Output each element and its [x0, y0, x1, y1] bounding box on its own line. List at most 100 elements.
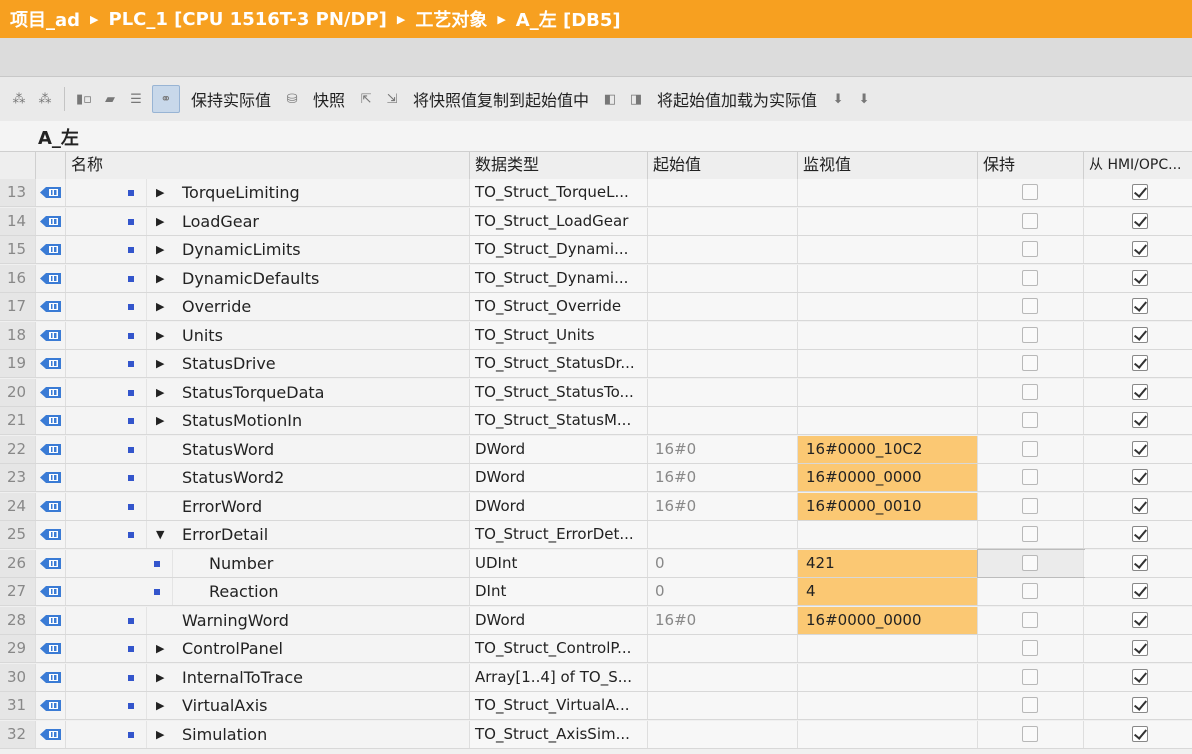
hmi-access-cell[interactable] [1084, 635, 1192, 662]
hmi-access-cell[interactable] [1084, 721, 1192, 748]
monitor-value-cell[interactable] [798, 208, 978, 235]
monitor-value-cell[interactable] [798, 179, 978, 206]
hmi-access-cell[interactable] [1084, 208, 1192, 235]
table-row[interactable]: 16 ▶ DynamicDefaults TO_Struct_Dynami... [0, 265, 1192, 293]
insert-row-icon[interactable]: ⁂ [9, 90, 29, 108]
download-all-icon[interactable]: ⬇ [854, 90, 874, 108]
name-cell[interactable]: ▶ Units [66, 322, 470, 349]
hmi-access-cell[interactable] [1084, 179, 1192, 206]
expand-all-icon[interactable]: ▮▫ [74, 90, 94, 108]
table-row[interactable]: 13 ▶ TorqueLimiting TO_Struct_TorqueL... [0, 179, 1192, 207]
start-value-cell[interactable]: 0 [648, 578, 798, 605]
hmi-access-cell[interactable] [1084, 322, 1192, 349]
retain-cell[interactable] [977, 549, 1085, 578]
retain-cell[interactable] [978, 493, 1084, 520]
copy-snapshot-all-icon[interactable]: ⇲ [382, 90, 402, 108]
start-value-cell[interactable]: 16#0 [648, 493, 798, 520]
data-type-cell[interactable]: TO_Struct_ControlP... [470, 635, 648, 662]
hmi-access-cell[interactable] [1084, 550, 1192, 577]
start-value-cell[interactable] [648, 521, 798, 548]
monitor-value-cell[interactable] [798, 265, 978, 292]
expand-right-icon[interactable]: ▶ [156, 265, 164, 292]
expand-right-icon[interactable]: ▶ [156, 179, 164, 206]
hmi-access-checkbox[interactable] [1132, 526, 1148, 542]
retain-cell[interactable] [978, 265, 1084, 292]
expand-right-icon[interactable]: ▶ [156, 208, 164, 235]
hmi-access-checkbox[interactable] [1132, 184, 1148, 200]
table-row[interactable]: 25 ▼ ErrorDetail TO_Struct_ErrorDet... [0, 521, 1192, 549]
table-row[interactable]: 17 ▶ Override TO_Struct_Override [0, 293, 1192, 321]
hmi-access-checkbox[interactable] [1132, 270, 1148, 286]
table-row[interactable]: 30 ▶ InternalToTrace Array[1..4] of TO_S... [0, 664, 1192, 692]
name-cell[interactable]: WarningWord [66, 607, 470, 634]
breadcrumb-item-project[interactable]: 项目_ad [10, 6, 80, 32]
start-value-cell[interactable]: 16#0 [648, 607, 798, 634]
name-cell[interactable]: ▶ InternalToTrace [66, 664, 470, 691]
name-cell[interactable]: ▼ ErrorDetail [66, 521, 470, 548]
list-view-icon[interactable]: ☰ [126, 90, 146, 108]
monitor-value-cell[interactable]: 421 [798, 550, 978, 577]
data-type-cell[interactable]: DWord [470, 493, 648, 520]
retain-cell[interactable] [978, 521, 1084, 548]
expand-right-icon[interactable]: ▶ [156, 379, 164, 406]
hmi-access-cell[interactable] [1084, 265, 1192, 292]
data-type-cell[interactable]: DWord [470, 464, 648, 491]
retain-cell[interactable] [978, 635, 1084, 662]
retain-cell[interactable] [978, 464, 1084, 491]
snapshot-button[interactable]: 快照 [313, 87, 345, 111]
retain-cell[interactable] [978, 407, 1084, 434]
data-type-cell[interactable]: DWord [470, 436, 648, 463]
table-row[interactable]: 27 Reaction DInt 0 4 [0, 578, 1192, 606]
hmi-access-cell[interactable] [1084, 407, 1192, 434]
data-type-cell[interactable]: TO_Struct_Dynami... [470, 236, 648, 263]
start-value-cell[interactable] [648, 664, 798, 691]
name-cell[interactable]: ▶ StatusDrive [66, 350, 470, 377]
hmi-access-cell[interactable] [1084, 692, 1192, 719]
monitor-value-cell[interactable]: 16#0000_0000 [798, 464, 978, 491]
table-row[interactable]: 32 ▶ Simulation TO_Struct_AxisSim... [0, 721, 1192, 749]
retain-checkbox[interactable] [1022, 469, 1038, 485]
hmi-access-checkbox[interactable] [1132, 412, 1148, 428]
hmi-access-checkbox[interactable] [1132, 384, 1148, 400]
data-type-cell[interactable]: TO_Struct_AxisSim... [470, 721, 648, 748]
monitor-value-cell[interactable] [798, 407, 978, 434]
retain-checkbox[interactable] [1022, 640, 1038, 656]
retain-checkbox[interactable] [1022, 526, 1038, 542]
table-row[interactable]: 23 StatusWord2 DWord 16#0 16#0000_0000 [0, 464, 1192, 492]
monitor-value-cell[interactable]: 4 [798, 578, 978, 605]
table-row[interactable]: 31 ▶ VirtualAxis TO_Struct_VirtualA... [0, 692, 1192, 720]
monitor-value-cell[interactable]: 16#0000_10C2 [798, 436, 978, 463]
name-cell[interactable]: ErrorWord [66, 493, 470, 520]
start-value-cell[interactable] [648, 236, 798, 263]
load-start-icon[interactable]: ◧ [600, 90, 620, 108]
hmi-access-cell[interactable] [1084, 521, 1192, 548]
retain-cell[interactable] [978, 607, 1084, 634]
load-start-all-icon[interactable]: ◨ [626, 90, 646, 108]
monitor-value-cell[interactable]: 16#0000_0010 [798, 493, 978, 520]
table-row[interactable]: 18 ▶ Units TO_Struct_Units [0, 322, 1192, 350]
data-type-cell[interactable]: TO_Struct_StatusDr... [470, 350, 648, 377]
header-data-type[interactable]: 数据类型 [470, 152, 648, 179]
hmi-access-checkbox[interactable] [1132, 327, 1148, 343]
monitor-value-cell[interactable] [798, 521, 978, 548]
breadcrumb-item-db[interactable]: A_左 [DB5] [516, 6, 621, 32]
retain-checkbox[interactable] [1022, 412, 1038, 428]
table-row[interactable]: 24 ErrorWord DWord 16#0 16#0000_0010 [0, 493, 1192, 521]
data-type-cell[interactable]: DWord [470, 607, 648, 634]
name-cell[interactable]: ▶ StatusTorqueData [66, 379, 470, 406]
name-cell[interactable]: ▶ StatusMotionIn [66, 407, 470, 434]
breadcrumb-item-plc[interactable]: PLC_1 [CPU 1516T-3 PN/DP] [109, 9, 387, 30]
retain-checkbox[interactable] [1022, 241, 1038, 257]
hmi-access-cell[interactable] [1084, 464, 1192, 491]
collapse-all-icon[interactable]: ▰ [100, 90, 120, 108]
data-type-cell[interactable]: TO_Struct_VirtualA... [470, 692, 648, 719]
hmi-access-checkbox[interactable] [1132, 612, 1148, 628]
monitor-value-cell[interactable] [798, 236, 978, 263]
retain-checkbox[interactable] [1022, 213, 1038, 229]
hmi-access-checkbox[interactable] [1132, 555, 1148, 571]
table-row[interactable]: 15 ▶ DynamicLimits TO_Struct_Dynami... [0, 236, 1192, 264]
hmi-access-checkbox[interactable] [1132, 498, 1148, 514]
retain-checkbox[interactable] [1022, 555, 1038, 571]
retain-checkbox[interactable] [1022, 355, 1038, 371]
retain-checkbox[interactable] [1022, 669, 1038, 685]
